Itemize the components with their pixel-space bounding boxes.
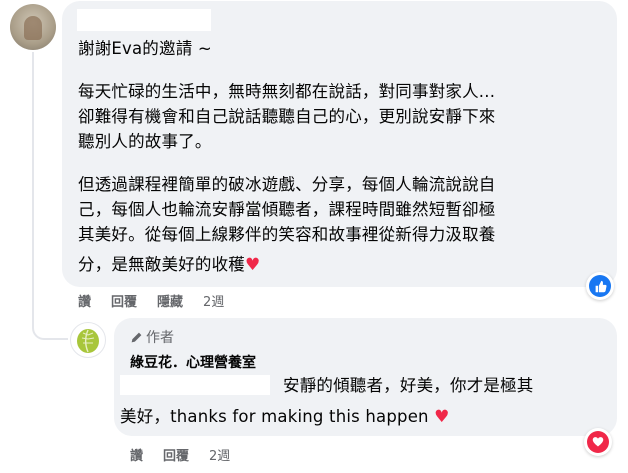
- reply-author-name[interactable]: 綠豆花．心理營養室: [130, 352, 256, 372]
- like-button[interactable]: 讚: [78, 291, 91, 310]
- reply-line1: 安靜的傾聽者，好美，你才是極其: [283, 376, 534, 395]
- reply-button[interactable]: 回覆: [111, 291, 137, 310]
- mung-bean-logo-icon: [77, 329, 99, 353]
- thumbs-up-icon: [589, 275, 611, 297]
- comment-paragraph2-line1: 但透過課程裡簡單的破冰遊戲、分享，每個人輪流說說自: [78, 175, 496, 194]
- reply-line2: 美好，thanks for making this happen ♥: [120, 404, 450, 430]
- comment-actions: 讚 回覆 隱藏 2週: [78, 291, 244, 310]
- comment-paragraph2-line4: 分，是無敵美好的收穫♥: [78, 252, 260, 278]
- page-avatar[interactable]: [70, 322, 106, 358]
- heart-icon: ♥: [245, 255, 261, 275]
- comment-paragraph1-line3: 聽別人的故事了。: [78, 132, 212, 151]
- reply-line2-text: 美好，thanks for making this happen: [120, 407, 429, 426]
- heart-icon: ♥: [434, 407, 450, 427]
- reply-reply-button[interactable]: 回覆: [163, 445, 189, 464]
- comment-paragraph1-line1: 每天忙碌的生活中，無時無刻都在說話，對同事對家人...: [78, 82, 496, 101]
- reaction-count-badge[interactable]: [586, 272, 614, 300]
- redacted-commenter-name: [77, 9, 211, 31]
- comment-paragraph2-line3: 其美好。從每個上線夥伴的笑容和故事裡從新得力汲取養: [78, 225, 496, 244]
- thread-line: [32, 52, 34, 314]
- comment-paragraph1-line2: 卻難得有機會和自己說話聽聽自己的心，更別說安靜下來: [78, 107, 496, 126]
- reply-like-button[interactable]: 讚: [130, 445, 143, 464]
- pencil-icon: [131, 332, 142, 343]
- author-badge: 作者: [130, 327, 174, 347]
- commenter-avatar[interactable]: [10, 4, 56, 50]
- hide-button[interactable]: 隱藏: [157, 291, 183, 310]
- thread-connector: [32, 312, 68, 340]
- love-icon: [587, 431, 609, 453]
- comment-timestamp[interactable]: 2週: [203, 291, 224, 310]
- reply-reaction-badge[interactable]: [584, 428, 612, 456]
- comment-mention-line: 謝謝Eva的邀請 ~: [78, 39, 212, 58]
- avatar-photo: [24, 16, 42, 40]
- comment-last-line-text: 分，是無敵美好的收穫: [78, 255, 245, 274]
- comment-paragraph2-line2: 己，每個人也輪流安靜當傾聽者，課程時間雖然短暫卻極: [78, 200, 496, 219]
- reply-actions: 讚 回覆 2週: [130, 445, 250, 464]
- author-badge-label: 作者: [146, 330, 174, 346]
- redacted-mention: [120, 375, 270, 395]
- reply-timestamp[interactable]: 2週: [209, 445, 230, 464]
